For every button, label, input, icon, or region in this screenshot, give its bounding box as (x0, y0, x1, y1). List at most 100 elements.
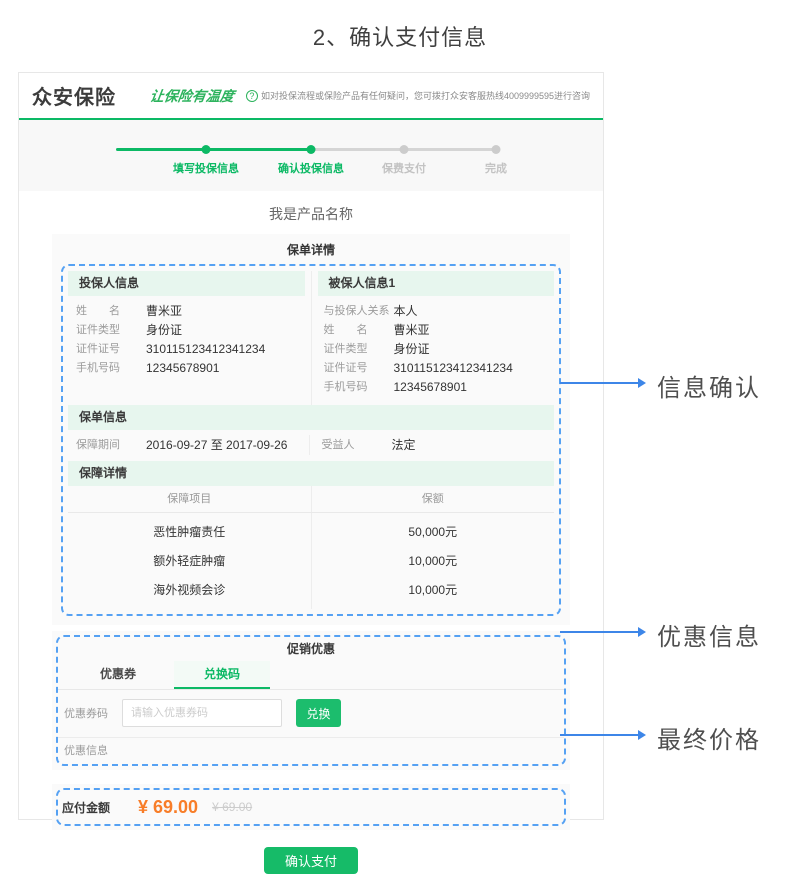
column-header-item: 保障项目 (68, 486, 312, 512)
field-value: 身份证 (146, 321, 182, 340)
annotation-promo-info: 优惠信息 (657, 617, 761, 652)
step-dot-3 (400, 145, 409, 154)
site-header: 众安保险 让保险有温度 ? 如对投保流程或保险产品有任何疑问，您可拨打众安客服热… (19, 73, 603, 120)
policy-info-section-title: 保单信息 (68, 405, 554, 430)
info-row: 姓 名 曹米亚 (312, 321, 555, 340)
coverage-table-header: 保障项目 保额 (68, 486, 554, 513)
info-row: 与投保人关系 本人 (312, 302, 555, 321)
step-label-fill-info: 填写投保信息 (173, 160, 239, 176)
field-value: 本人 (394, 302, 418, 321)
redeem-button[interactable]: 兑换 (296, 699, 341, 727)
tab-coupon[interactable]: 优惠券 (78, 661, 158, 689)
confirm-pay-button[interactable]: 确认支付 (264, 847, 358, 874)
annotation-arrow-3 (560, 734, 638, 736)
table-row: 恶性肿瘤责任 50,000元 (68, 513, 554, 542)
payment-dashed-box: 应付金额 ¥ 69.00 ¥ 69.00 (56, 788, 566, 826)
brand-slogan: 让保险有温度 (149, 86, 236, 106)
coverage-period: 保障期间 2016-09-27 至 2017-09-26 (68, 435, 310, 455)
beneficiary: 受益人 法定 (310, 435, 555, 455)
info-row: 姓 名 曹米亚 (68, 302, 311, 321)
field-value: 310115123412341234 (146, 340, 265, 359)
promo-title: 促销优惠 (58, 637, 564, 661)
policy-dashed-box: 投保人信息 姓 名 曹米亚 证件类型 身份证 证件证号 310115123412… (61, 264, 561, 616)
confirm-row: 确认支付 (19, 847, 603, 874)
applicant-column: 投保人信息 姓 名 曹米亚 证件类型 身份证 证件证号 310115123412… (68, 271, 312, 405)
field-label: 与投保人关系 (324, 302, 394, 321)
table-row: 额外轻症肿瘤 10,000元 (68, 542, 554, 571)
step-dot-4 (492, 145, 501, 154)
help-text: 如对投保流程或保险产品有任何疑问，您可拨打众安客服热线4009999595进行咨… (261, 89, 590, 102)
amount-label: 应付金额 (62, 799, 110, 816)
field-value: 法定 (392, 435, 416, 455)
amount-original: ¥ 69.00 (212, 800, 252, 814)
policy-panel-title: 保单详情 (61, 234, 561, 264)
info-row: 证件类型 身份证 (68, 321, 311, 340)
field-value: 12345678901 (146, 359, 219, 378)
step-label-confirm-info: 确认投保信息 (278, 160, 344, 176)
field-label: 手机号码 (76, 359, 146, 378)
annotation-info-confirm: 信息确认 (657, 368, 761, 403)
insured-section-title: 被保人信息1 (318, 271, 555, 296)
table-row: 海外视频会诊 10,000元 (68, 571, 554, 609)
step-dot-1 (202, 145, 211, 154)
amount-current: ¥ 69.00 (138, 797, 198, 818)
product-name: 我是产品名称 (19, 191, 603, 234)
coverage-amount: 50,000元 (312, 513, 555, 542)
field-value: 曹米亚 (394, 321, 430, 340)
coverage-item: 额外轻症肿瘤 (68, 542, 312, 571)
promo-tabs: 优惠券 兑换码 (58, 661, 564, 690)
brand-logo: 众安保险 (32, 81, 116, 110)
column-header-amount: 保额 (312, 486, 555, 512)
info-row: 证件证号 310115123412341234 (312, 359, 555, 378)
applicant-section-title: 投保人信息 (68, 271, 305, 296)
insured-column: 被保人信息1 与投保人关系 本人 姓 名 曹米亚 证件类型 身份证 (312, 271, 555, 405)
coverage-item: 恶性肿瘤责任 (68, 513, 312, 542)
step-label-done: 完成 (485, 160, 507, 176)
info-row: 证件类型 身份证 (312, 340, 555, 359)
promo-dashed-box: 促销优惠 优惠券 兑换码 优惠券码 兑换 优惠信息 (56, 635, 566, 766)
main-card: 众安保险 让保险有温度 ? 如对投保流程或保险产品有任何疑问，您可拨打众安客服热… (18, 72, 604, 820)
field-label: 证件类型 (324, 340, 394, 359)
info-row: 手机号码 12345678901 (68, 359, 311, 378)
field-label: 证件证号 (324, 359, 394, 378)
progress-stepper: 填写投保信息 确认投保信息 保费支付 完成 (19, 120, 603, 191)
field-value: 310115123412341234 (394, 359, 513, 378)
step-label-pay: 保费支付 (382, 160, 426, 176)
field-label: 保障期间 (76, 435, 146, 455)
field-value: 2016-09-27 至 2017-09-26 (146, 435, 287, 455)
promo-form: 优惠券码 兑换 (58, 690, 564, 737)
person-info-columns: 投保人信息 姓 名 曹米亚 证件类型 身份证 证件证号 310115123412… (68, 271, 554, 405)
coverage-section-title: 保障详情 (68, 461, 554, 486)
promo-info-label: 优惠信息 (58, 737, 564, 764)
policy-info-row: 保障期间 2016-09-27 至 2017-09-26 受益人 法定 (68, 430, 554, 461)
field-value: 身份证 (394, 340, 430, 359)
promo-panel: 促销优惠 优惠券 兑换码 优惠券码 兑换 优惠信息 (52, 631, 570, 770)
field-label: 受益人 (322, 435, 392, 455)
field-label: 证件证号 (76, 340, 146, 359)
field-label: 姓 名 (324, 321, 394, 340)
field-value: 曹米亚 (146, 302, 182, 321)
question-circle-icon: ? (246, 90, 258, 102)
info-row: 证件证号 310115123412341234 (68, 340, 311, 359)
stepper-track-done (116, 148, 311, 151)
coverage-amount: 10,000元 (312, 571, 555, 609)
field-label: 证件类型 (76, 321, 146, 340)
coverage-item: 海外视频会诊 (68, 571, 312, 609)
payment-panel: 应付金额 ¥ 69.00 ¥ 69.00 (52, 784, 570, 830)
tab-redeem-code[interactable]: 兑换码 (174, 661, 270, 689)
payable-amount-row: 应付金额 ¥ 69.00 ¥ 69.00 (58, 790, 564, 824)
step-dot-2 (307, 145, 316, 154)
coupon-code-label: 优惠券码 (64, 705, 122, 721)
annotation-arrow-1 (560, 382, 638, 384)
field-label: 姓 名 (76, 302, 146, 321)
annotation-final-price: 最终价格 (657, 720, 761, 755)
field-value: 12345678901 (394, 378, 467, 397)
coverage-table: 保障项目 保额 恶性肿瘤责任 50,000元 额外轻症肿瘤 10,000元 海外… (68, 486, 554, 609)
page-title: 2、确认支付信息 (0, 20, 800, 52)
coupon-code-input[interactable] (122, 699, 282, 727)
field-label: 手机号码 (324, 378, 394, 397)
policy-panel: 保单详情 投保人信息 姓 名 曹米亚 证件类型 身份证 证件证号 (52, 234, 570, 625)
info-row: 手机号码 12345678901 (312, 378, 555, 397)
help-line: ? 如对投保流程或保险产品有任何疑问，您可拨打众安客服热线4009999595进… (246, 89, 590, 102)
coverage-amount: 10,000元 (312, 542, 555, 571)
